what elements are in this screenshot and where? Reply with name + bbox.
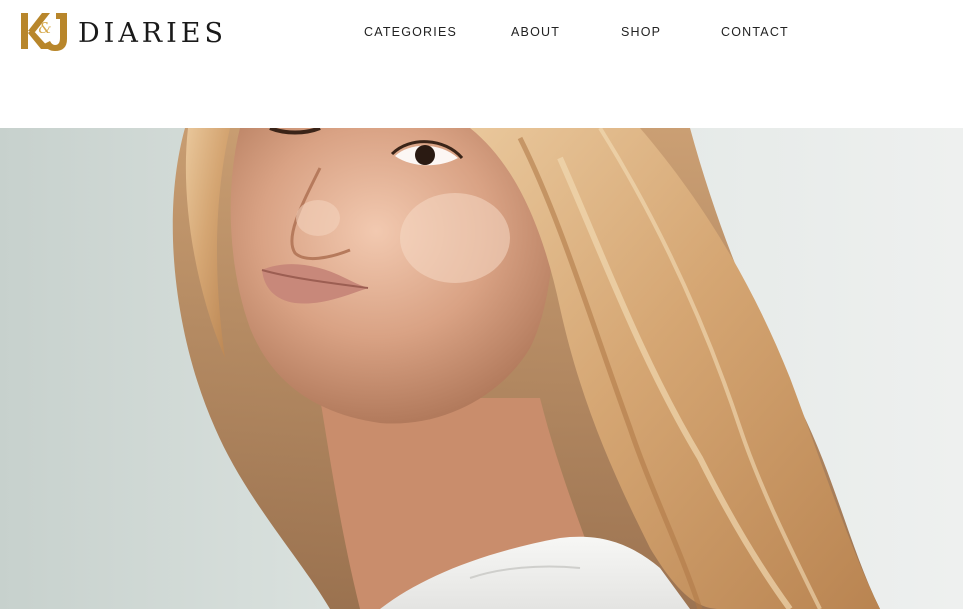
portrait-photo bbox=[0, 128, 963, 609]
nav-shop[interactable]: SHOP bbox=[621, 23, 661, 41]
nav-contact[interactable]: CONTACT bbox=[721, 23, 789, 41]
main-nav: CATEGORIES ABOUT SHOP CONTACT bbox=[0, 23, 963, 41]
nav-categories[interactable]: CATEGORIES bbox=[364, 23, 457, 41]
hero-image bbox=[0, 128, 963, 609]
site-header: & DIARIES CATEGORIES ABOUT SHOP CONTACT bbox=[0, 0, 963, 128]
page: & DIARIES CATEGORIES ABOUT SHOP CONTACT bbox=[0, 0, 963, 609]
nav-about[interactable]: ABOUT bbox=[511, 23, 560, 41]
